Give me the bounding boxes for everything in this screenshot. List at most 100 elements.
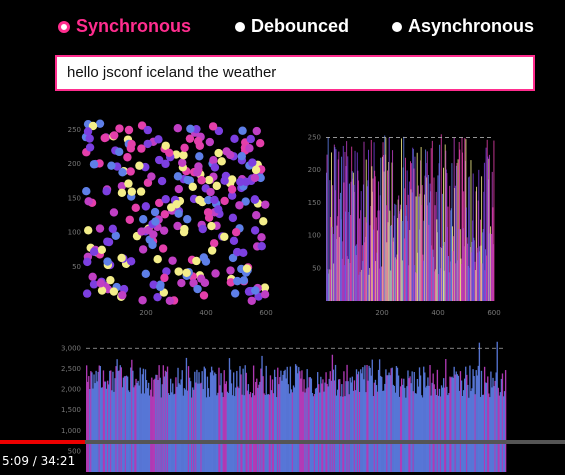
scatter-point <box>195 152 204 161</box>
asynchronous-label: Asynchronous <box>408 16 535 36</box>
video-progress-fill <box>0 440 85 444</box>
scatter-point <box>85 134 94 143</box>
scatter-point <box>158 244 168 253</box>
scatter-point <box>114 147 124 157</box>
scatter-point <box>220 196 229 206</box>
bar-chart: 50 100 150 200 250 200 400 600 <box>308 134 501 317</box>
scatter-point <box>131 203 140 213</box>
scatter-point <box>199 253 208 262</box>
scatter-point <box>229 236 239 246</box>
scatter-point <box>210 163 220 172</box>
y-tick-label: 150 <box>308 199 321 207</box>
scatter-point <box>199 291 209 300</box>
scatter-point <box>235 201 244 210</box>
scatter-point <box>259 217 268 226</box>
scatter-point <box>180 224 189 234</box>
scatter-point <box>206 187 215 197</box>
scatter-point <box>141 202 151 211</box>
scatter-point <box>124 179 133 188</box>
scatter-point <box>106 275 115 285</box>
scatter-point <box>127 139 136 149</box>
scatter-point <box>204 175 214 185</box>
scatter-point <box>209 156 218 165</box>
scatter-point <box>227 185 237 194</box>
scatter-point <box>160 273 169 283</box>
scatter-point <box>147 172 156 181</box>
scatter-point <box>230 289 240 298</box>
scatter-point <box>85 143 95 152</box>
asynchronous-radio[interactable]: Asynchronous <box>392 16 534 37</box>
scatter-point <box>139 215 148 224</box>
scatter-point <box>207 221 216 231</box>
scatter-point <box>257 242 266 251</box>
scatter-point <box>205 137 215 147</box>
radio-unselected-icon <box>392 21 402 32</box>
scatter-point <box>109 287 119 296</box>
scatter-point <box>155 282 165 292</box>
scatter-point <box>123 153 132 162</box>
scatter-point <box>95 224 105 233</box>
scatter-point <box>226 150 235 160</box>
scatter-point <box>109 208 119 217</box>
scatter-point <box>96 279 105 288</box>
scatter-point <box>228 213 238 223</box>
scatter-point <box>110 131 119 140</box>
scatter-point <box>177 278 186 288</box>
video-time: 5:09 / 34:21 <box>2 454 76 468</box>
scatter-point <box>247 296 256 305</box>
search-input[interactable]: hello jsconf iceland the weather <box>55 55 535 91</box>
radio-selected-icon <box>58 20 70 33</box>
scatter-point <box>250 226 260 235</box>
scatter-point <box>107 161 116 170</box>
scatter-point <box>246 134 255 144</box>
scatter-point <box>102 187 111 196</box>
scatter-point <box>126 167 135 176</box>
scatter-point <box>161 195 170 204</box>
y-tick-label: 100 <box>68 229 81 237</box>
x-tick-label: 400 <box>431 309 444 317</box>
scatter-point <box>148 240 157 250</box>
scatter-point <box>226 266 235 275</box>
scatter-point <box>118 291 127 300</box>
scatter-point <box>115 124 124 133</box>
y-tick-label: 3,000 <box>61 344 81 352</box>
scatter-point <box>179 151 188 160</box>
y-tick-label: 100 <box>308 232 321 240</box>
scatter-point <box>245 144 254 153</box>
scatter-point <box>214 148 223 158</box>
scatter-point <box>125 215 134 224</box>
video-progress-bar[interactable] <box>0 440 565 444</box>
scatter-point <box>103 257 112 266</box>
scatter-point <box>193 284 202 294</box>
x-tick-label: 600 <box>259 309 272 317</box>
scatter-point <box>208 122 218 131</box>
scatter-point <box>174 267 183 276</box>
scatter-point <box>141 269 151 279</box>
debounced-label: Debounced <box>251 16 350 36</box>
scatter-point <box>178 158 187 167</box>
scatter-point <box>97 286 107 295</box>
scatter-point <box>84 226 93 235</box>
scatter-point <box>250 195 260 204</box>
synchronous-label: Synchronous <box>76 16 192 36</box>
scatter-point <box>252 126 261 136</box>
bottom-bar-chart: 5001,0001,5002,0002,5003,000 <box>61 341 507 472</box>
scatter-point <box>200 278 210 288</box>
scatter-chart: 50 100 150 200 250 200 400 600 <box>68 119 273 317</box>
scatter-point <box>257 233 266 242</box>
scatter-point <box>84 197 93 206</box>
x-tick-label: 200 <box>375 309 388 317</box>
scatter-point <box>248 158 257 167</box>
scatter-point <box>88 272 97 281</box>
scatter-point <box>126 257 136 266</box>
y-tick-label: 250 <box>308 134 321 142</box>
scatter-point <box>82 187 91 196</box>
debounced-radio[interactable]: Debounced <box>235 16 349 37</box>
scatter-point <box>103 237 112 246</box>
synchronous-radio[interactable]: Synchronous <box>58 16 191 37</box>
scatter-point <box>135 161 144 170</box>
scatter-point <box>212 181 221 191</box>
scatter-point <box>203 208 213 217</box>
y-tick-label: 50 <box>312 264 321 272</box>
scatter-point <box>149 230 158 239</box>
